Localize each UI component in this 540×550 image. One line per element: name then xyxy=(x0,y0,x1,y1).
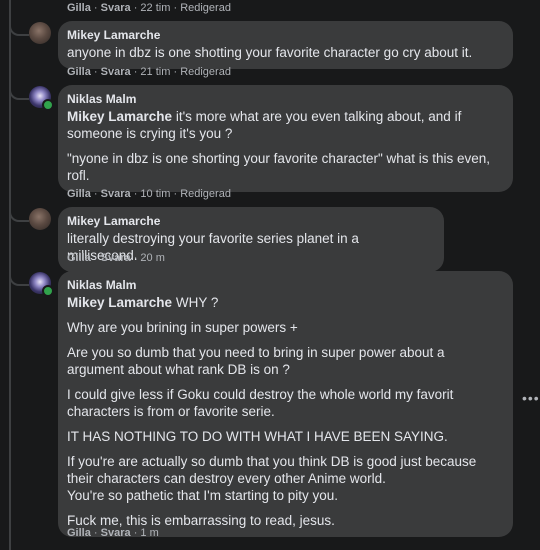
comment-text: If you're are actually so dumb that you … xyxy=(67,453,501,504)
comment-author[interactable]: Niklas Malm xyxy=(67,92,501,106)
reply-link[interactable]: Svara xyxy=(101,2,131,14)
like-link[interactable]: Gilla xyxy=(67,188,91,200)
comment-text: Mikey Lamarche WHY ? xyxy=(67,294,501,311)
mikey-avatar[interactable] xyxy=(29,22,51,44)
timestamp[interactable]: 21 tim xyxy=(140,66,170,78)
reply-link[interactable]: Svara xyxy=(101,188,131,200)
separator: · xyxy=(133,252,138,264)
edited-label: Redigerad xyxy=(180,2,231,14)
reply-link[interactable]: Svara xyxy=(101,527,131,539)
comment-meta: Gilla · Svara · 22 tim · Redigerad xyxy=(67,2,231,15)
comment-bubble: Niklas Malm Mikey Lamarche it's more wha… xyxy=(58,85,513,192)
comment-text-part: You're so pathetic that I'm starting to … xyxy=(67,488,339,503)
thread-branch xyxy=(9,272,29,286)
separator: · xyxy=(133,527,138,539)
comment-meta: Gilla · Svara · 10 tim · Redigerad xyxy=(67,188,231,201)
thread-branch xyxy=(9,208,29,222)
timestamp[interactable]: 22 tim xyxy=(140,2,170,14)
comment-text: Are you so dumb that you need to bring i… xyxy=(67,345,445,377)
comment-meta: Gilla · Svara · 21 tim · Redigerad xyxy=(67,66,231,79)
mention-tag[interactable]: Mikey Lamarche xyxy=(67,109,172,124)
comment-meta: Gilla · Svara · 1 m xyxy=(67,527,159,540)
timestamp[interactable]: 20 m xyxy=(140,252,164,264)
separator: · xyxy=(93,527,98,539)
timestamp[interactable]: 1 m xyxy=(140,527,158,539)
comment-text: I could give less if Goku could destroy … xyxy=(67,387,454,419)
separator: · xyxy=(93,188,98,200)
mikey-avatar[interactable] xyxy=(29,208,51,230)
edited-label: Redigerad xyxy=(180,188,231,200)
reply-link[interactable]: Svara xyxy=(101,252,131,264)
thread-branch xyxy=(9,22,29,36)
thread-branch xyxy=(9,86,29,100)
comment-text-part: If you're are actually so dumb that you … xyxy=(67,454,477,486)
comment-text-part: WHY ? xyxy=(175,295,219,310)
comment-text: Mikey Lamarche it's more what are you ev… xyxy=(67,108,501,142)
separator: · xyxy=(93,2,98,14)
like-link[interactable]: Gilla xyxy=(67,2,91,14)
comment-author[interactable]: Mikey Lamarche xyxy=(67,214,432,228)
comment-text: anyone in dbz is one shotting your favor… xyxy=(67,45,473,60)
separator: · xyxy=(133,188,138,200)
timestamp[interactable]: 10 tim xyxy=(140,188,170,200)
more-horizontal-icon[interactable]: ••• xyxy=(522,390,540,406)
comment-text: "nyone in dbz is one shorting your favor… xyxy=(67,151,491,183)
separator: · xyxy=(133,2,138,14)
comment-text: IT HAS NOTHING TO DO WITH WHAT I HAVE BE… xyxy=(67,429,448,444)
separator: · xyxy=(133,66,138,78)
comment-meta: Gilla · Svara · 20 m xyxy=(67,252,165,265)
separator: · xyxy=(173,2,178,14)
separator: · xyxy=(93,252,98,264)
online-status-icon xyxy=(42,285,54,297)
like-link[interactable]: Gilla xyxy=(67,527,91,539)
separator: · xyxy=(173,66,178,78)
edited-label: Redigerad xyxy=(180,66,231,78)
like-link[interactable]: Gilla xyxy=(67,252,91,264)
reply-link[interactable]: Svara xyxy=(101,66,131,78)
mention-tag[interactable]: Mikey Lamarche xyxy=(67,295,172,310)
separator: · xyxy=(93,66,98,78)
comment-author[interactable]: Niklas Malm xyxy=(67,278,501,292)
comment-text: Why are you brining in super powers + xyxy=(67,320,298,335)
separator: · xyxy=(173,188,178,200)
online-status-icon xyxy=(42,99,54,111)
comment-bubble: Mikey Lamarche anyone in dbz is one shot… xyxy=(58,21,513,69)
comment-author[interactable]: Mikey Lamarche xyxy=(67,28,501,42)
like-link[interactable]: Gilla xyxy=(67,66,91,78)
comment-bubble: Niklas Malm Mikey Lamarche WHY ? Why are… xyxy=(58,271,513,537)
